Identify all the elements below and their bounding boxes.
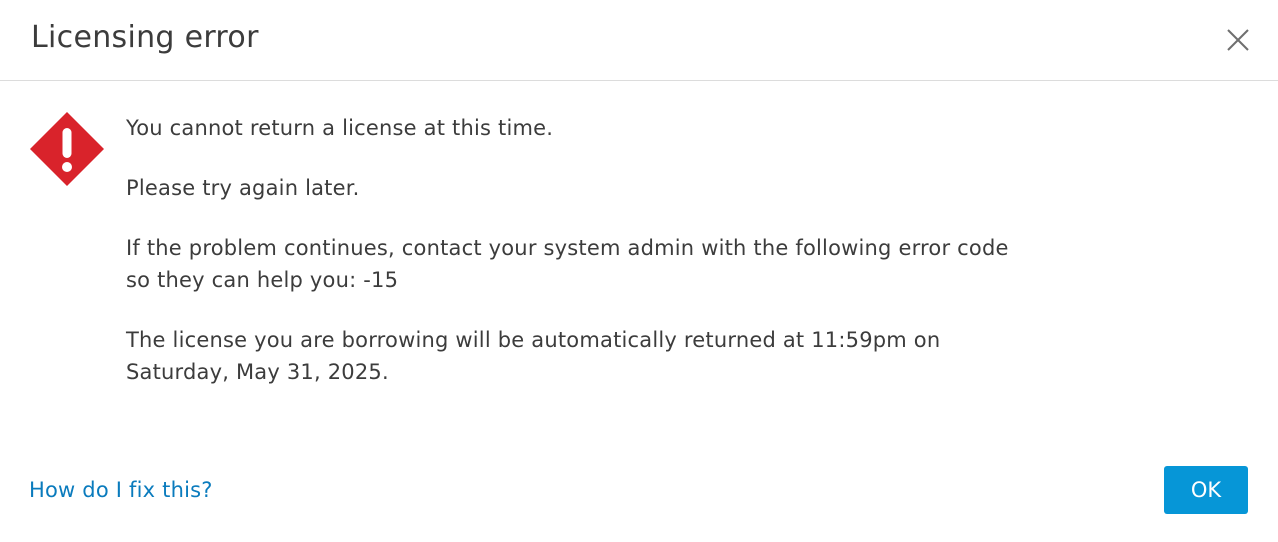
dialog-header: Licensing error xyxy=(0,0,1278,81)
ok-button[interactable]: OK xyxy=(1164,466,1248,514)
how-to-fix-link[interactable]: How do I fix this? xyxy=(29,474,213,506)
error-diamond-icon xyxy=(29,111,105,187)
message-line-auto-return: The license you are borrowing will be au… xyxy=(126,328,941,384)
close-icon xyxy=(1224,26,1252,54)
message-line-return: You cannot return a license at this time… xyxy=(126,116,554,140)
message-line-retry: Please try again later. xyxy=(126,176,360,200)
error-message: You cannot return a license at this time… xyxy=(126,112,1026,388)
dialog-title: Licensing error xyxy=(31,20,259,55)
licensing-error-dialog: Licensing error You cannot return a lice… xyxy=(0,0,1278,542)
message-line-contact-admin: If the problem continues, contact your s… xyxy=(126,236,1009,292)
close-button[interactable] xyxy=(1224,26,1252,54)
